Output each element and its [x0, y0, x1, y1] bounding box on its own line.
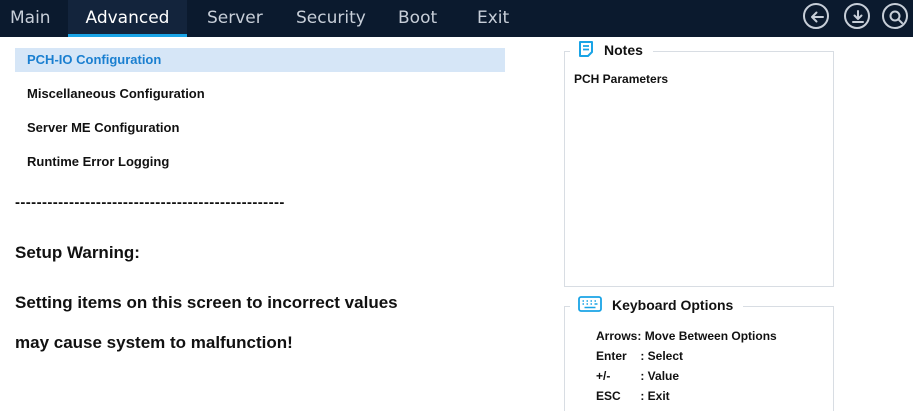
notes-text: PCH Parameters [574, 72, 669, 86]
keyboard-options-title: Keyboard Options [612, 297, 734, 313]
key-label: Arrows: [596, 329, 642, 343]
key-description: Move Between Options [644, 329, 777, 343]
notes-icon [578, 40, 594, 61]
setup-warning-line: may cause system to malfunction! [15, 333, 293, 352]
key-description: : Value [640, 369, 680, 383]
keyboard-icon [578, 295, 602, 316]
tab-server[interactable]: Server [207, 0, 263, 37]
setup-warning-line: Setting items on this screen to incorrec… [15, 293, 398, 312]
tab-exit[interactable]: Exit [477, 0, 509, 37]
tab-advanced[interactable]: Advanced [68, 0, 187, 37]
menu-item-miscellaneous-configuration[interactable]: Miscellaneous Configuration [15, 82, 505, 106]
key-description: : Select [640, 349, 684, 363]
dashed-divider: ----------------------------------------… [15, 194, 285, 211]
keyboard-option-row: Enter : Select [596, 349, 683, 363]
tab-boot[interactable]: Boot [398, 0, 437, 37]
keyboard-options-header: Keyboard Options [570, 295, 744, 316]
setup-warning-title: Setup Warning: [15, 243, 140, 262]
tab-main[interactable]: Main [0, 0, 68, 37]
menu-item-runtime-error-logging[interactable]: Runtime Error Logging [15, 150, 505, 174]
search-icon[interactable] [882, 3, 908, 29]
key-description: : Exit [640, 389, 670, 403]
menu-item-pch-io-configuration[interactable]: PCH-IO Configuration [15, 48, 505, 72]
back-icon[interactable] [803, 3, 829, 29]
notes-header: Notes [570, 40, 653, 60]
key-label: ESC [596, 389, 621, 403]
tab-security[interactable]: Security [296, 0, 366, 37]
keyboard-option-row: Arrows: Move Between Options [596, 329, 777, 343]
notes-panel [564, 51, 834, 287]
keyboard-option-row: +/- : Value [596, 369, 679, 383]
key-label: Enter [596, 349, 627, 363]
notes-title: Notes [604, 42, 643, 58]
top-nav-bar: Main Advanced Server Security Boot Exit [0, 0, 913, 37]
save-download-icon[interactable] [844, 3, 870, 29]
keyboard-option-row: ESC : Exit [596, 389, 670, 403]
menu-item-server-me-configuration[interactable]: Server ME Configuration [15, 116, 505, 140]
key-label: +/- [596, 369, 611, 383]
